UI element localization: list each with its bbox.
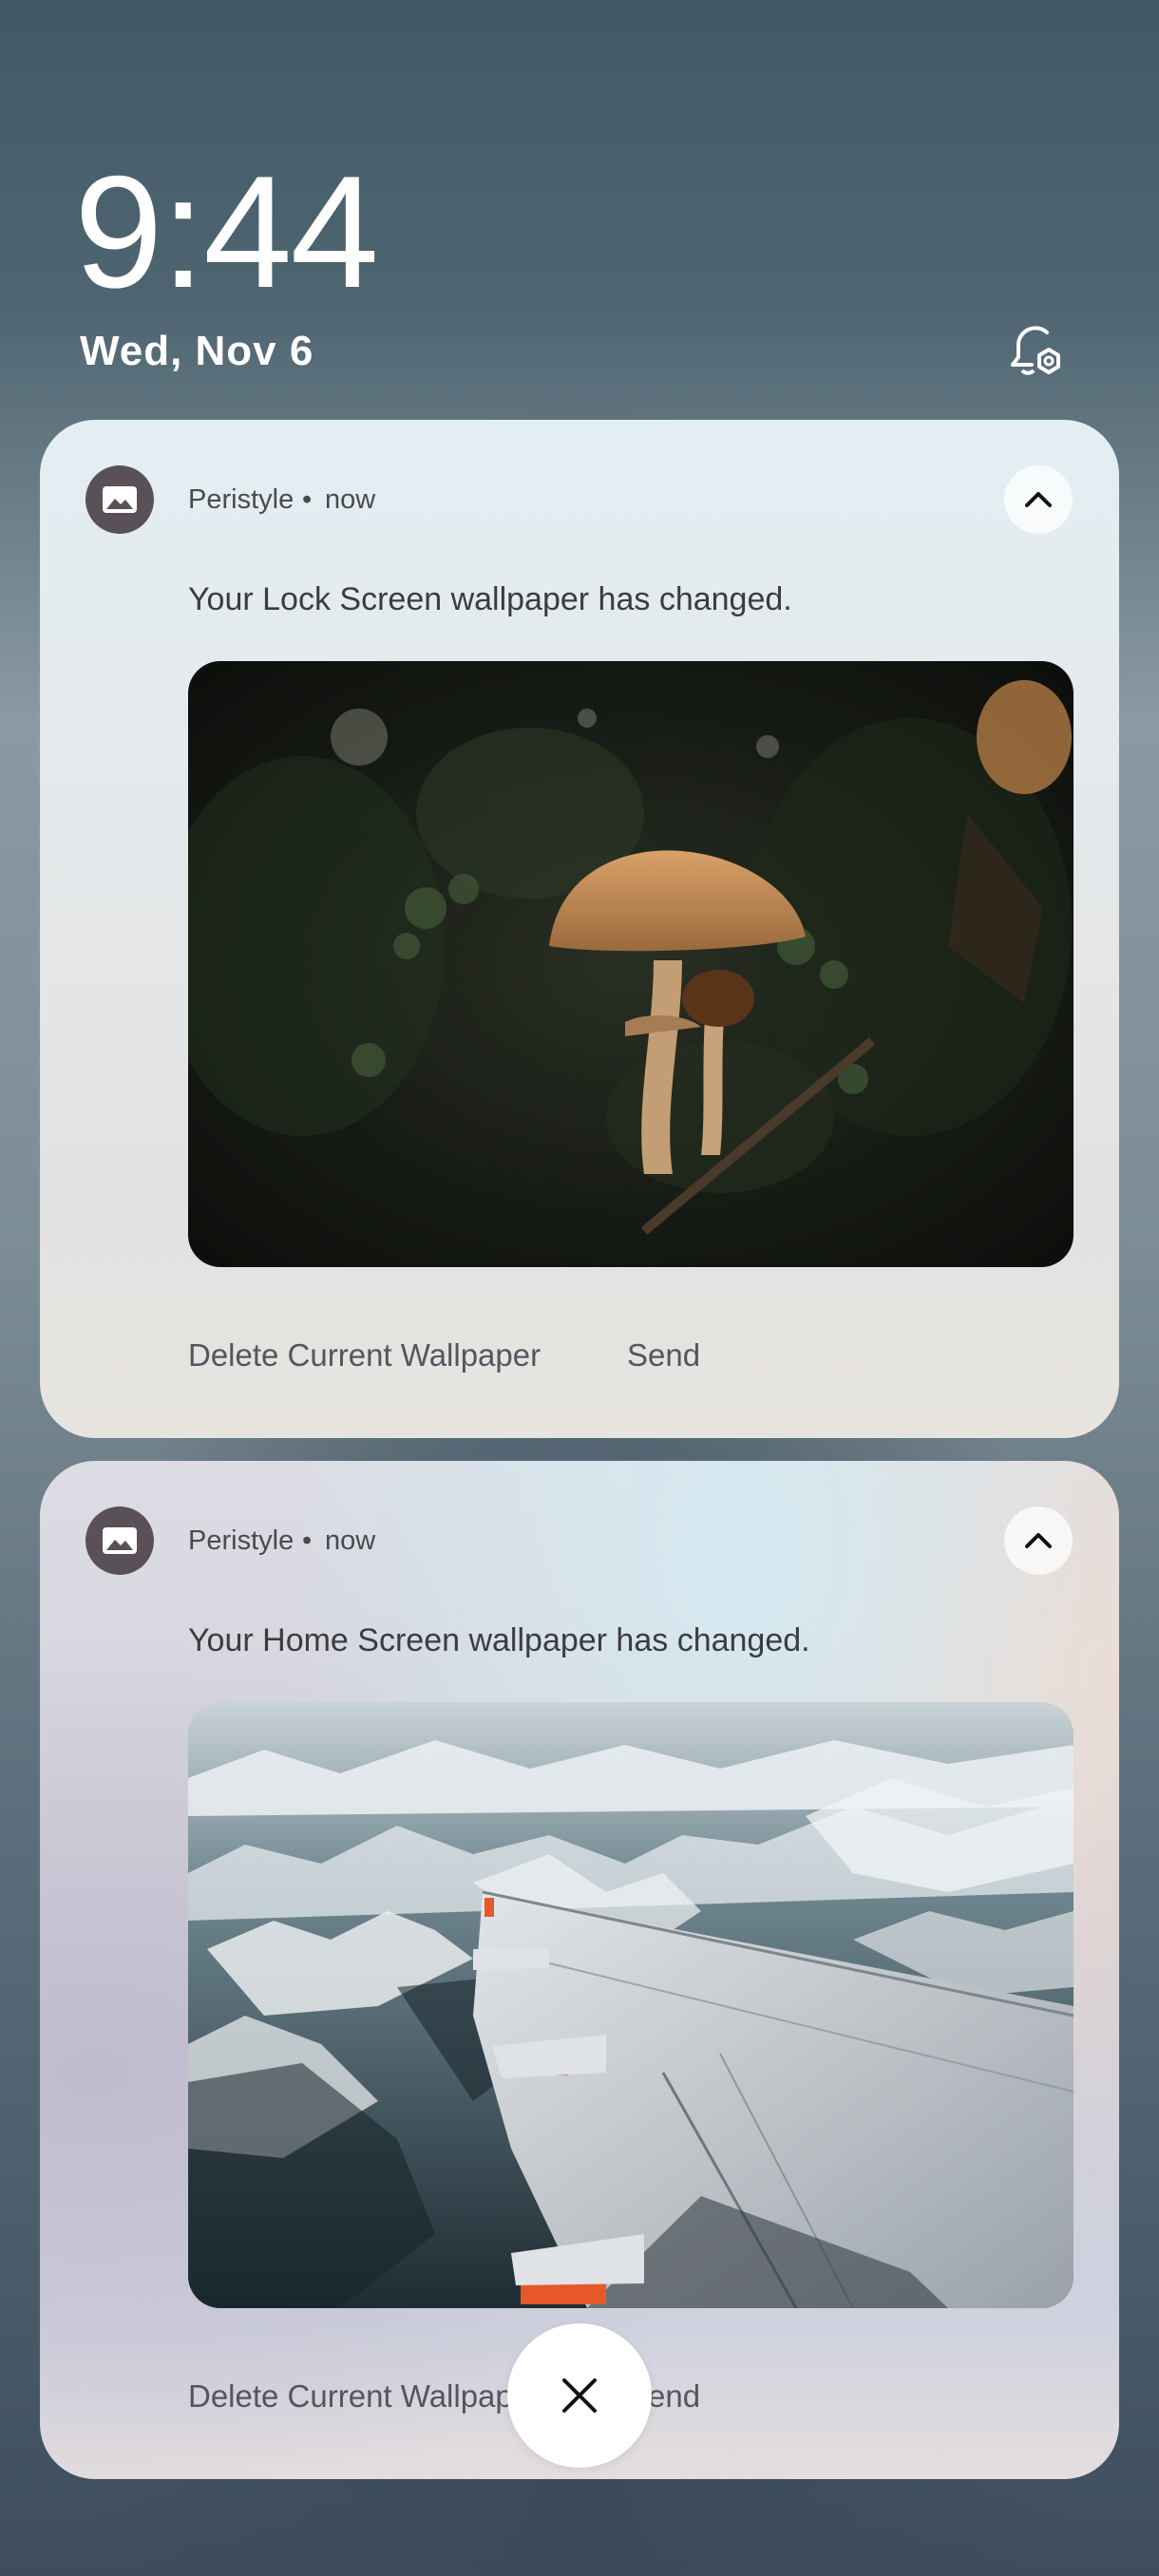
dismiss-all-button[interactable] — [507, 2323, 652, 2468]
wallpaper-preview-image[interactable] — [188, 661, 1074, 1267]
image-icon — [86, 1506, 154, 1575]
notification-message: Your Lock Screen wallpaper has changed. — [188, 581, 792, 617]
image-icon — [86, 465, 154, 534]
notification-time: now — [325, 484, 376, 515]
notification-card[interactable]: Peristyle • now Your Lock Screen wallpap… — [40, 420, 1119, 1438]
date: Wed, Nov 6 — [80, 328, 314, 374]
lock-screen-header: 9:44 Wed, Nov 6 — [0, 0, 1159, 418]
delete-wallpaper-button[interactable]: Delete Current Wallpaper — [188, 1337, 541, 1373]
notification-message: Your Home Screen wallpaper has changed. — [188, 1622, 810, 1658]
collapse-button[interactable] — [1004, 1506, 1073, 1575]
clock: 9:44 — [74, 142, 379, 321]
chevron-up-icon — [1025, 492, 1052, 507]
close-icon — [562, 2378, 597, 2413]
send-button[interactable]: Send — [627, 1337, 700, 1373]
wallpaper-preview-image[interactable] — [188, 1702, 1074, 2308]
collapse-button[interactable] — [1004, 465, 1073, 534]
notification-app-name: Peristyle — [188, 1525, 294, 1556]
notification-time: now — [325, 1525, 376, 1556]
separator-dot: • — [302, 1525, 313, 1556]
notification-app-name: Peristyle — [188, 484, 294, 515]
separator-dot: • — [302, 484, 313, 515]
delete-wallpaper-button[interactable]: Delete Current Wallpaper — [188, 2378, 541, 2415]
chevron-up-icon — [1025, 1533, 1052, 1548]
bell-gear-icon[interactable] — [999, 315, 1072, 388]
